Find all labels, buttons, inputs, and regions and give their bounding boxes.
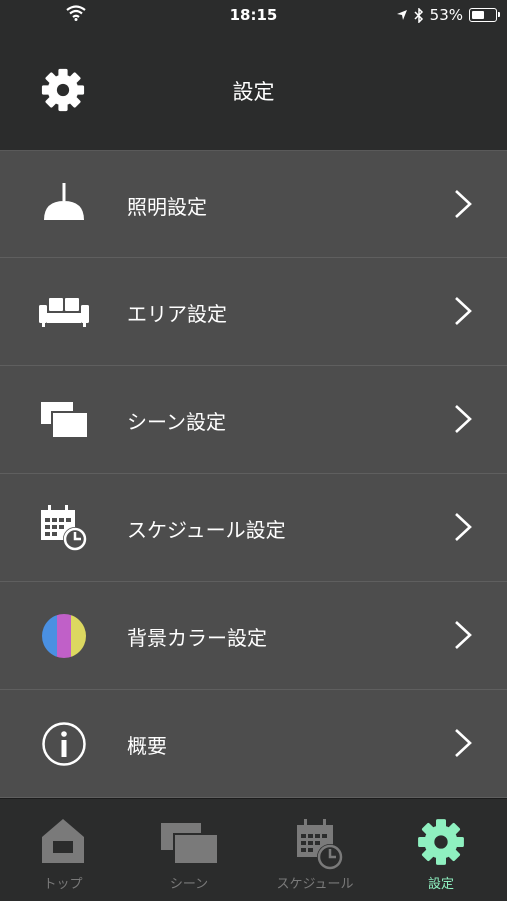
tab-settings[interactable]: 設定 <box>378 799 504 901</box>
header: 設定 <box>0 30 507 150</box>
color-circle-icon <box>42 614 86 658</box>
menu-item-label: 背景カラー設定 <box>127 626 267 650</box>
menu-item-label: エリア設定 <box>127 302 227 326</box>
menu-item-label: スケジュール設定 <box>127 518 286 542</box>
chevron-right-icon <box>455 297 472 325</box>
page-title: 設定 <box>232 80 275 104</box>
chevron-right-icon <box>455 405 472 433</box>
tab-schedule[interactable]: スケジュール <box>252 799 378 901</box>
menu-item-lighting[interactable]: 照明設定 <box>0 150 507 258</box>
menu-item-label: シーン設定 <box>127 410 226 434</box>
chevron-right-icon <box>455 513 472 541</box>
battery-percent: 53% <box>429 6 463 24</box>
menu-item-label: 概要 <box>127 734 167 758</box>
bluetooth-icon <box>414 7 423 23</box>
menu-item-label: 照明設定 <box>127 195 207 219</box>
tab-label: スケジュール <box>276 877 354 892</box>
info-icon <box>42 722 86 766</box>
sofa-icon <box>39 298 89 327</box>
chevron-right-icon <box>455 621 472 649</box>
calendar-clock-icon <box>297 819 343 870</box>
status-bar: 18:15 53% <box>0 0 507 30</box>
chevron-right-icon <box>455 729 472 757</box>
tab-label: 設定 <box>427 877 454 892</box>
settings-menu: 照明設定 エリア設定 シーン設定 スケジュール設定 背景カラー設定 概要 <box>0 150 507 798</box>
menu-item-area[interactable]: エリア設定 <box>0 258 507 366</box>
menu-item-scenes[interactable]: シーン設定 <box>0 366 507 474</box>
chevron-right-icon <box>455 190 472 218</box>
home-icon <box>42 819 84 863</box>
location-arrow-icon <box>396 10 407 20</box>
battery-icon <box>469 8 500 22</box>
tab-label: シーン <box>169 877 209 892</box>
battery-level <box>472 11 484 19</box>
gear-icon <box>418 819 464 865</box>
calendar-clock-icon <box>41 505 87 551</box>
menu-item-about[interactable]: 概要 <box>0 690 507 798</box>
menu-item-schedule[interactable]: スケジュール設定 <box>0 474 507 582</box>
scenes-icon <box>161 823 218 864</box>
tab-label: トップ <box>43 877 83 892</box>
tab-top[interactable]: トップ <box>0 799 126 901</box>
tab-scenes[interactable]: シーン <box>126 799 252 901</box>
tab-bar: トップ シーン スケジュール 設定 <box>0 798 507 901</box>
scenes-icon <box>41 402 88 438</box>
menu-item-background-color[interactable]: 背景カラー設定 <box>0 582 507 690</box>
lamp-icon <box>44 183 84 220</box>
